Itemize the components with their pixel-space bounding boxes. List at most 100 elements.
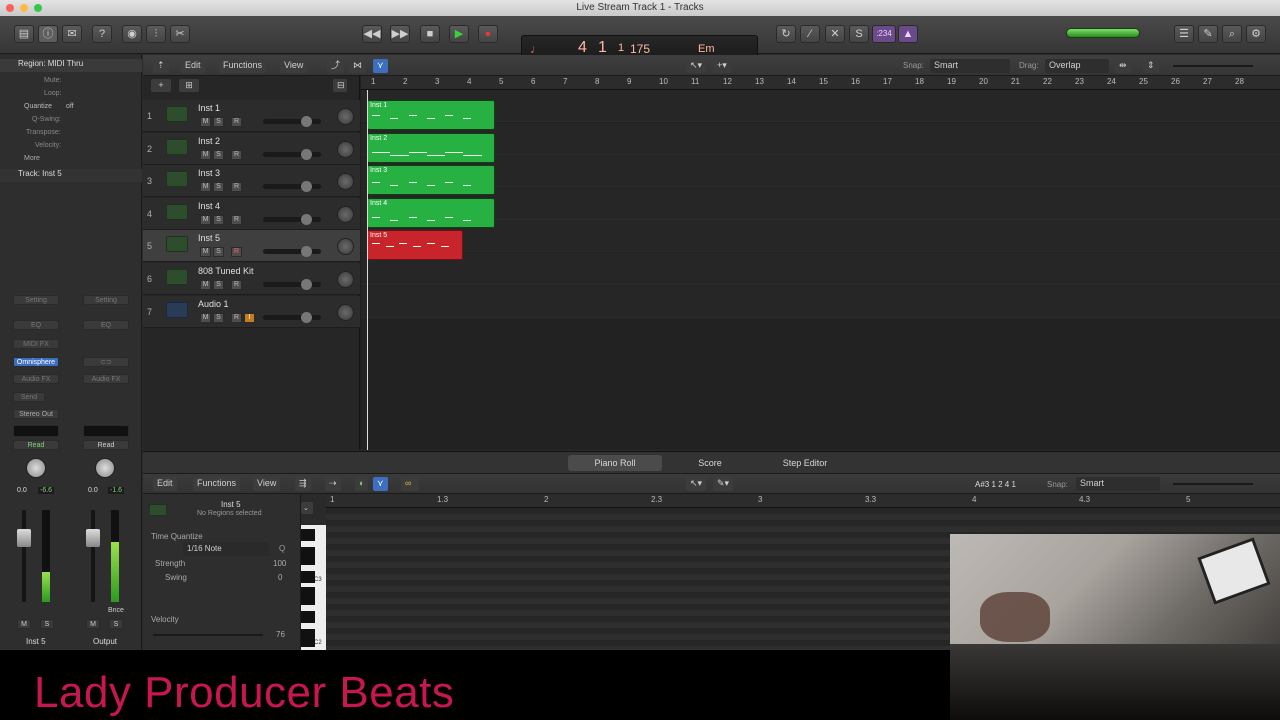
- velocity-slider[interactable]: [153, 634, 263, 636]
- track-record-button[interactable]: R: [231, 149, 242, 160]
- back-icon[interactable]: ⇡: [153, 59, 169, 73]
- automation-read-2[interactable]: Read: [83, 440, 129, 450]
- play-button[interactable]: ▶: [449, 25, 469, 43]
- track-pan-knob[interactable]: [337, 205, 354, 223]
- pan-knob-1[interactable]: [26, 458, 46, 478]
- midi-region[interactable]: Inst 2: [367, 132, 495, 163]
- editor-functions-menu[interactable]: Functions: [193, 477, 241, 491]
- zoom-fit-icon[interactable]: ⇹: [1115, 59, 1131, 73]
- black-key[interactable]: [301, 535, 315, 541]
- audio-fx-button-2[interactable]: Audio FX: [83, 374, 129, 384]
- black-key[interactable]: [301, 577, 315, 583]
- library-icon[interactable]: ▤: [14, 25, 34, 43]
- track-solo-button[interactable]: S: [213, 182, 224, 193]
- quantize-q-button[interactable]: Q: [279, 544, 285, 553]
- pan-knob-2[interactable]: [95, 458, 115, 478]
- track-solo-button[interactable]: S: [213, 117, 224, 127]
- track-record-button[interactable]: R: [231, 247, 242, 258]
- bounce-label[interactable]: Bnce: [108, 607, 124, 614]
- track-pan-knob[interactable]: [337, 238, 354, 256]
- track-record-button[interactable]: R: [231, 312, 242, 323]
- midi-region[interactable]: Inst 4: [367, 197, 495, 228]
- track-mute-button[interactable]: M: [200, 214, 211, 225]
- track-name[interactable]: Inst 1: [198, 103, 220, 113]
- link-icon[interactable]: ⊂⊃: [83, 357, 129, 367]
- group-slot-1[interactable]: [13, 425, 59, 437]
- track-volume-slider[interactable]: [263, 311, 321, 323]
- track-mute-button[interactable]: M: [200, 280, 211, 290]
- note-pad-icon[interactable]: ✎: [1198, 25, 1218, 43]
- quantize-value[interactable]: off: [66, 103, 126, 115]
- midi-fx-button[interactable]: MIDI FX: [13, 339, 59, 349]
- mixer-icon[interactable]: ⫶: [146, 25, 166, 43]
- track-mute-button[interactable]: M: [200, 182, 211, 193]
- tab-score[interactable]: Score: [668, 455, 752, 471]
- minimize-icon[interactable]: [20, 4, 28, 12]
- snap-select[interactable]: Smart: [930, 59, 1010, 73]
- track-solo-button[interactable]: S: [213, 247, 224, 258]
- drag-select[interactable]: Overlap: [1045, 59, 1109, 73]
- region-header[interactable]: Region: MIDI Thru: [0, 59, 142, 72]
- track-name[interactable]: Inst 4: [198, 201, 220, 211]
- track-solo-button[interactable]: S: [213, 312, 224, 323]
- list-editors-icon[interactable]: ☰: [1174, 25, 1194, 43]
- smart-controls-icon[interactable]: ◉: [122, 25, 142, 43]
- edit-menu[interactable]: Edit: [181, 59, 205, 73]
- track-header-row[interactable]: 2 Inst 2 MSR: [143, 132, 360, 165]
- midi-region[interactable]: Inst 1: [367, 100, 495, 130]
- track-pan-knob[interactable]: [337, 108, 354, 125]
- setting-button-1[interactable]: Setting: [13, 295, 59, 305]
- playhead[interactable]: [367, 90, 368, 450]
- output-button[interactable]: Stereo Out: [13, 409, 59, 419]
- global-tracks-button[interactable]: ⊞: [179, 79, 199, 92]
- functions-menu[interactable]: Functions: [219, 59, 267, 73]
- midi-region[interactable]: Inst 5: [367, 230, 463, 261]
- piano-keyboard[interactable]: C3 C2: [301, 525, 326, 650]
- editor-pointer-tool[interactable]: ↖▾: [686, 477, 707, 491]
- timeline-ruler[interactable]: 1 2 3 4 5 6 7 8 9 10 11 12 13 14 15 16 17 18 19 20 21 22 23 24 2…: [361, 76, 1280, 90]
- automation-icon[interactable]: ⋎: [373, 59, 388, 73]
- editor-view-menu[interactable]: View: [253, 477, 281, 491]
- track-solo-button[interactable]: S: [213, 149, 224, 160]
- track-lane[interactable]: [361, 253, 1280, 285]
- black-key[interactable]: [301, 559, 315, 565]
- view-menu[interactable]: View: [280, 59, 308, 73]
- input-monitor-button[interactable]: I: [244, 312, 255, 323]
- inspector-icon[interactable]: ⓘ: [38, 25, 58, 43]
- track-header-row[interactable]: 6 808 Tuned Kit M S R: [143, 263, 360, 295]
- track-name[interactable]: Audio 1: [198, 299, 229, 309]
- mute-button-2[interactable]: M: [86, 619, 100, 629]
- track-lane[interactable]: [361, 155, 1280, 188]
- tuner-icon[interactable]: ⁄: [800, 25, 820, 43]
- track-record-button[interactable]: R: [231, 280, 242, 290]
- pointer-tool[interactable]: ↖▾: [686, 59, 707, 73]
- tab-step-editor[interactable]: Step Editor: [755, 455, 855, 471]
- editor-ruler[interactable]: 1 1.3 2 2.3 3 3.3 4 4.3 5: [326, 494, 1280, 508]
- search-icon[interactable]: ⌕: [1222, 25, 1242, 43]
- link-chain-icon[interactable]: ∞: [401, 477, 419, 491]
- mail-icon[interactable]: ✉: [62, 25, 82, 43]
- track-header[interactable]: Track: Inst 5: [0, 169, 142, 182]
- replace-icon[interactable]: ✕: [825, 25, 845, 43]
- track-name[interactable]: Inst 2: [198, 136, 220, 146]
- track-name[interactable]: Inst 3: [198, 168, 220, 178]
- editor-link-toggle[interactable]: ⌄: [301, 502, 313, 514]
- catch-playhead-icon[interactable]: ⇢: [325, 477, 341, 491]
- track-name[interactable]: Inst 5: [198, 233, 220, 243]
- count-in-button[interactable]: :234: [872, 25, 896, 43]
- master-volume-slider[interactable]: [1066, 28, 1140, 38]
- track-pan-knob[interactable]: [337, 303, 354, 321]
- record-button[interactable]: ●: [478, 25, 498, 43]
- track-pan-knob[interactable]: [337, 271, 354, 288]
- instrument-slot[interactable]: Omnisphere: [13, 357, 59, 367]
- solo-button-2[interactable]: S: [109, 619, 123, 629]
- group-slot-2[interactable]: [83, 425, 129, 437]
- track-lanes[interactable]: Inst 1 Inst 2 Inst 3 Inst 4 Inst 5: [361, 90, 1280, 450]
- black-key[interactable]: [301, 641, 315, 647]
- send-button[interactable]: Send: [13, 392, 45, 402]
- midi-in-icon[interactable]: ⇶: [295, 477, 311, 491]
- track-lane[interactable]: [361, 187, 1280, 220]
- track-volume-slider[interactable]: [263, 148, 321, 160]
- solo-icon[interactable]: S: [849, 25, 869, 43]
- automation-read-1[interactable]: Read: [13, 440, 59, 450]
